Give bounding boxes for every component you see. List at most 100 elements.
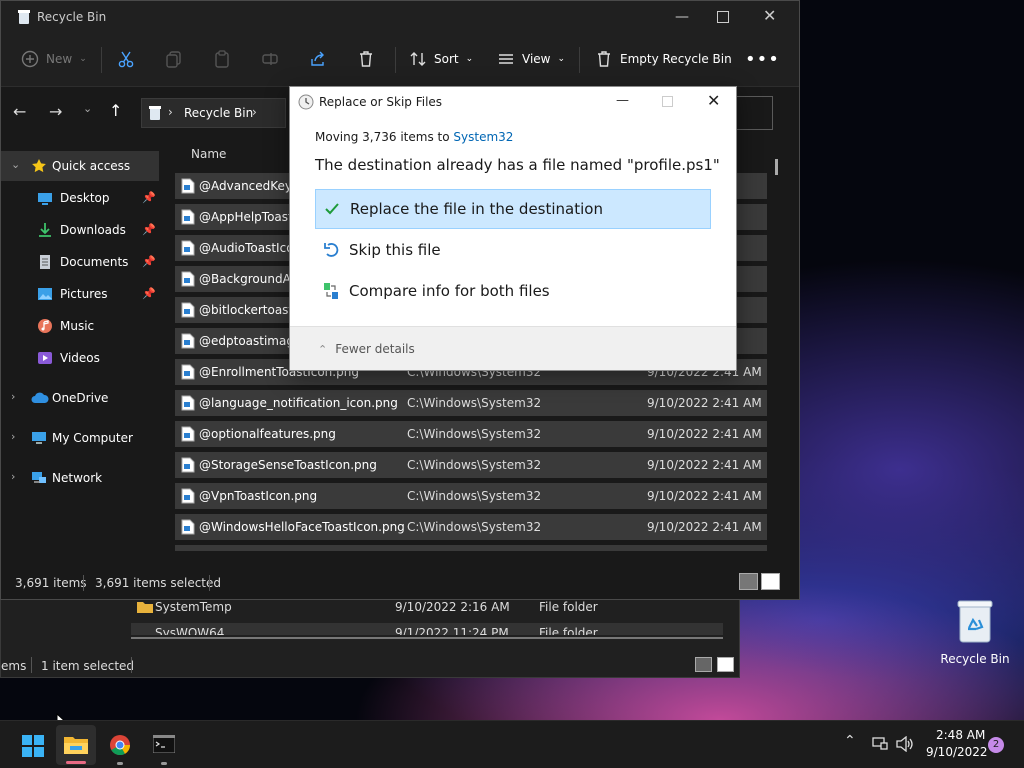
status-items: 3,691 items [15, 576, 87, 590]
volume-icon[interactable] [896, 736, 914, 752]
close-button[interactable]: ✕ [763, 6, 776, 25]
chevron-down-icon: ⌄ [465, 54, 474, 64]
share-button[interactable] [309, 45, 327, 73]
nav-item-desktop[interactable]: Desktop 📌 [1, 183, 159, 213]
file-location: C:\Windows\System32 [407, 396, 542, 410]
list-item[interactable]: SysWOW64 9/1/2022 11:24 PM File folder [131, 623, 723, 635]
new-button[interactable]: New ⌄ [21, 45, 87, 73]
desktop-recycle-bin[interactable]: Recycle Bin [936, 594, 1014, 666]
nav-item-my-computer[interactable]: › My Computer [1, 423, 159, 453]
dialog-close-button[interactable]: ✕ [707, 91, 720, 110]
destination-link[interactable]: System32 [453, 130, 513, 144]
clock-time[interactable]: 2:48 AM [936, 728, 985, 742]
file-date-deleted: 9/10/2022 2:41 AM [647, 489, 762, 503]
delete-button[interactable] [357, 45, 375, 73]
back-row-type: File folder [539, 600, 598, 614]
cut-button[interactable] [117, 45, 135, 73]
table-row[interactable]: @VpnToastIcon.png C:\Windows\System32 9/10… [175, 483, 767, 509]
sort-label: Sort [434, 52, 459, 66]
maximize-button[interactable] [717, 11, 729, 23]
nav-item-music[interactable]: Music [1, 311, 159, 341]
minimize-button[interactable]: — [675, 9, 689, 25]
nav-item-downloads[interactable]: Downloads 📌 [1, 215, 159, 245]
more-options-button[interactable]: ••• [745, 45, 780, 73]
png-file-icon [181, 178, 195, 194]
computer-icon [32, 432, 46, 444]
vertical-scrollbar[interactable] [775, 159, 778, 175]
dialog-minimize-button[interactable]: — [616, 93, 629, 108]
file-name: @WindowsHelloFaceToastIcon.png [199, 520, 405, 534]
rename-button[interactable] [261, 45, 279, 73]
recent-locations-chevron-icon[interactable]: ⌄ [83, 102, 92, 115]
clipboard-icon [215, 50, 229, 68]
fewer-details-button[interactable]: ⌃ Fewer details [318, 342, 415, 356]
table-row[interactable]: @StorageSenseToastIcon.png C:\Windows\Sys… [175, 452, 767, 478]
taskbar-file-explorer[interactable] [56, 725, 96, 765]
up-arrow-icon[interactable]: ↑ [109, 101, 122, 120]
nav-item-videos[interactable]: Videos [1, 343, 159, 373]
start-button[interactable] [12, 725, 52, 765]
network-status-icon[interactable] [872, 736, 888, 752]
taskbar-chrome[interactable] [100, 725, 140, 765]
table-row[interactable]: @optionalfeatures.png C:\Windows\System32… [175, 421, 767, 447]
address-box[interactable]: › Recycle Bin › [141, 98, 286, 128]
details-view-icon[interactable] [739, 573, 758, 590]
status-selected: 3,691 items selected [95, 576, 221, 590]
replace-or-skip-dialog[interactable]: Replace or Skip Files — ✕ Moving 3,736 i… [289, 86, 737, 371]
nav-item-pictures[interactable]: Pictures 📌 [1, 279, 159, 309]
tiles-view-icon[interactable] [717, 657, 734, 672]
column-header-name[interactable]: Name [191, 147, 226, 161]
nav-item-onedrive[interactable]: › OneDrive [1, 383, 159, 413]
back-status-selected: 1 item selected [41, 659, 135, 673]
pin-icon: 📌 [142, 191, 156, 204]
file-name: @BackgroundAc [199, 272, 298, 286]
nav-item-network[interactable]: › Network [1, 463, 159, 493]
png-file-icon [181, 364, 195, 380]
tiles-view-icon[interactable] [761, 573, 780, 590]
dialog-title: Replace or Skip Files [319, 95, 443, 109]
file-name: @VpnToastIcon.png [199, 489, 318, 503]
dialog-maximize-button[interactable] [662, 96, 673, 107]
dialog-footer: ⌃ Fewer details [290, 326, 736, 370]
nav-item-quick-access[interactable]: ⌄ Quick access [1, 151, 159, 181]
chevron-down-icon: ⌄ [11, 158, 21, 171]
trash-icon [360, 51, 372, 67]
compare-option[interactable]: Compare info for both files [315, 271, 711, 311]
windows-logo-icon [22, 735, 44, 757]
recycle-bin-icon [957, 600, 993, 643]
sort-button[interactable]: Sort ⌄ [409, 45, 473, 73]
show-hidden-icons-chevron-icon[interactable]: ⌃ [844, 733, 856, 749]
nav-label: Documents [60, 255, 129, 269]
replace-option[interactable]: Replace the file in the destination [315, 189, 711, 229]
breadcrumb[interactable]: Recycle Bin [184, 106, 253, 120]
png-file-icon [181, 240, 195, 256]
back-arrow-icon[interactable]: ← [13, 102, 26, 121]
notification-badge[interactable]: 2 [988, 737, 1004, 753]
back-scrollbar[interactable] [131, 637, 723, 639]
table-row[interactable]: @WindowsHelloFaceToastIcon.png C:\Windows… [175, 514, 767, 540]
table-row[interactable] [175, 545, 767, 551]
view-label: View [522, 52, 551, 66]
search-input[interactable] [733, 96, 773, 130]
clock-date[interactable]: 9/10/2022 [926, 745, 988, 759]
nav-item-documents[interactable]: Documents 📌 [1, 247, 159, 277]
empty-recycle-bin-button[interactable]: Empty Recycle Bin [595, 45, 732, 73]
navigation-pane: ⌄ Quick access Desktop 📌 Downloads 📌 Doc… [1, 139, 159, 569]
moving-summary: Moving 3,736 items to System32 [315, 130, 513, 144]
skip-option[interactable]: Skip this file [315, 230, 711, 270]
details-view-icon[interactable] [695, 657, 712, 672]
video-icon [38, 352, 52, 364]
taskbar-terminal[interactable] [144, 725, 184, 765]
table-row[interactable]: @language_notification_icon.png C:\Window… [175, 390, 767, 416]
paste-button[interactable] [213, 45, 231, 73]
title-bar[interactable]: Recycle Bin — ✕ [1, 1, 799, 33]
clock-icon [298, 94, 314, 110]
pin-icon: 📌 [142, 255, 156, 268]
view-button[interactable]: View ⌄ [497, 45, 565, 73]
forward-arrow-icon[interactable]: → [49, 102, 62, 121]
pin-icon: 📌 [142, 223, 156, 236]
music-icon [38, 319, 52, 333]
document-icon [40, 255, 50, 269]
copy-button[interactable] [165, 45, 183, 73]
file-name: @StorageSenseToastIcon.png [199, 458, 377, 472]
